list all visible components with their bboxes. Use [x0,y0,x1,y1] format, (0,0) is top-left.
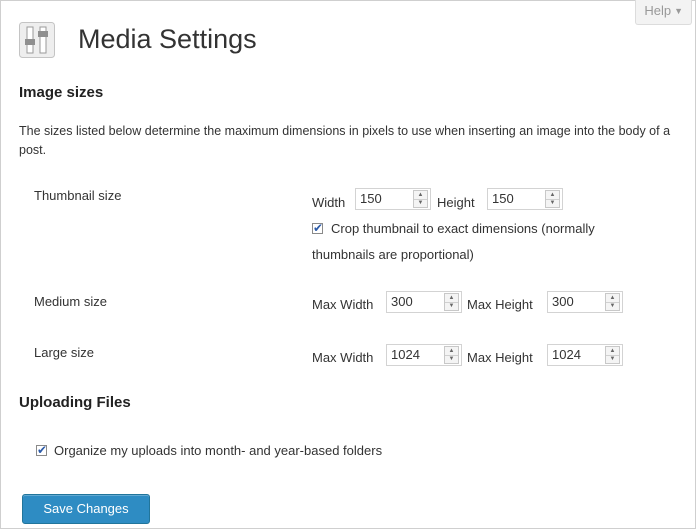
medium-max-width-value: 300 [391,294,413,309]
spin-down-icon[interactable]: ▼ [606,355,619,363]
large-max-height-label: Max Height [467,350,533,365]
large-max-width-spin-buttons[interactable]: ▲ ▼ [444,346,459,364]
image-sizes-description: The sizes listed below determine the max… [19,124,671,157]
thumbnail-height-stepper[interactable]: 150 ▲ ▼ [487,188,563,210]
thumbnail-height-spin-buttons[interactable]: ▲ ▼ [545,190,560,208]
large-max-height-spin-buttons[interactable]: ▲ ▼ [605,346,620,364]
medium-max-height-label: Max Height [467,297,533,312]
medium-max-width-spin-buttons[interactable]: ▲ ▼ [444,293,459,311]
thumbnail-width-spin-buttons[interactable]: ▲ ▼ [413,190,428,208]
medium-max-width-stepper[interactable]: 300 ▲ ▼ [386,291,462,313]
uploading-files-heading: Uploading Files [19,394,131,411]
crop-thumbnail-label: Crop thumbnail to exact dimensions (norm… [331,221,595,236]
spin-down-icon[interactable]: ▼ [414,199,427,207]
crop-thumbnail-label-continued: thumbnails are proportional) [312,247,474,262]
spin-down-icon[interactable]: ▼ [606,302,619,310]
large-max-width-label: Max Width [312,350,374,365]
thumbnail-height-value: 150 [492,191,514,206]
medium-max-width-label: Max Width [312,297,374,312]
large-size-label: Large size [34,345,94,360]
image-sizes-heading: Image sizes [19,84,104,101]
crop-thumbnail-checkbox[interactable]: ✔ [312,221,324,235]
settings-sliders-icon [19,22,55,58]
help-label: Help [644,3,672,18]
large-max-height-value: 1024 [552,347,581,362]
checkmark-icon: ✔ [313,221,324,235]
organize-uploads-checkbox[interactable]: ✔ [36,443,48,457]
spin-down-icon[interactable]: ▼ [445,302,458,310]
large-max-width-value: 1024 [391,347,420,362]
thumbnail-height-label: Height [437,195,475,210]
organize-uploads-label: Organize my uploads into month- and year… [54,443,383,458]
medium-size-label: Medium size [34,294,107,309]
save-changes-button[interactable]: Save Changes [22,494,150,524]
spin-down-icon[interactable]: ▼ [445,355,458,363]
help-arrow-icon: ▼ [674,6,683,16]
thumbnail-size-label: Thumbnail size [34,188,122,203]
checkmark-icon: ✔ [37,443,48,457]
large-max-height-stepper[interactable]: 1024 ▲ ▼ [547,344,623,366]
medium-max-height-spin-buttons[interactable]: ▲ ▼ [605,293,620,311]
thumbnail-width-label: Width [312,195,346,210]
medium-max-height-value: 300 [552,294,574,309]
medium-max-height-stepper[interactable]: 300 ▲ ▼ [547,291,623,313]
page-title: Media Settings [78,24,257,54]
help-tab[interactable]: Help ▼ [635,0,692,25]
spin-down-icon[interactable]: ▼ [546,199,559,207]
thumbnail-width-stepper[interactable]: 150 ▲ ▼ [355,188,431,210]
thumbnail-width-value: 150 [360,191,382,206]
large-max-width-stepper[interactable]: 1024 ▲ ▼ [386,344,462,366]
